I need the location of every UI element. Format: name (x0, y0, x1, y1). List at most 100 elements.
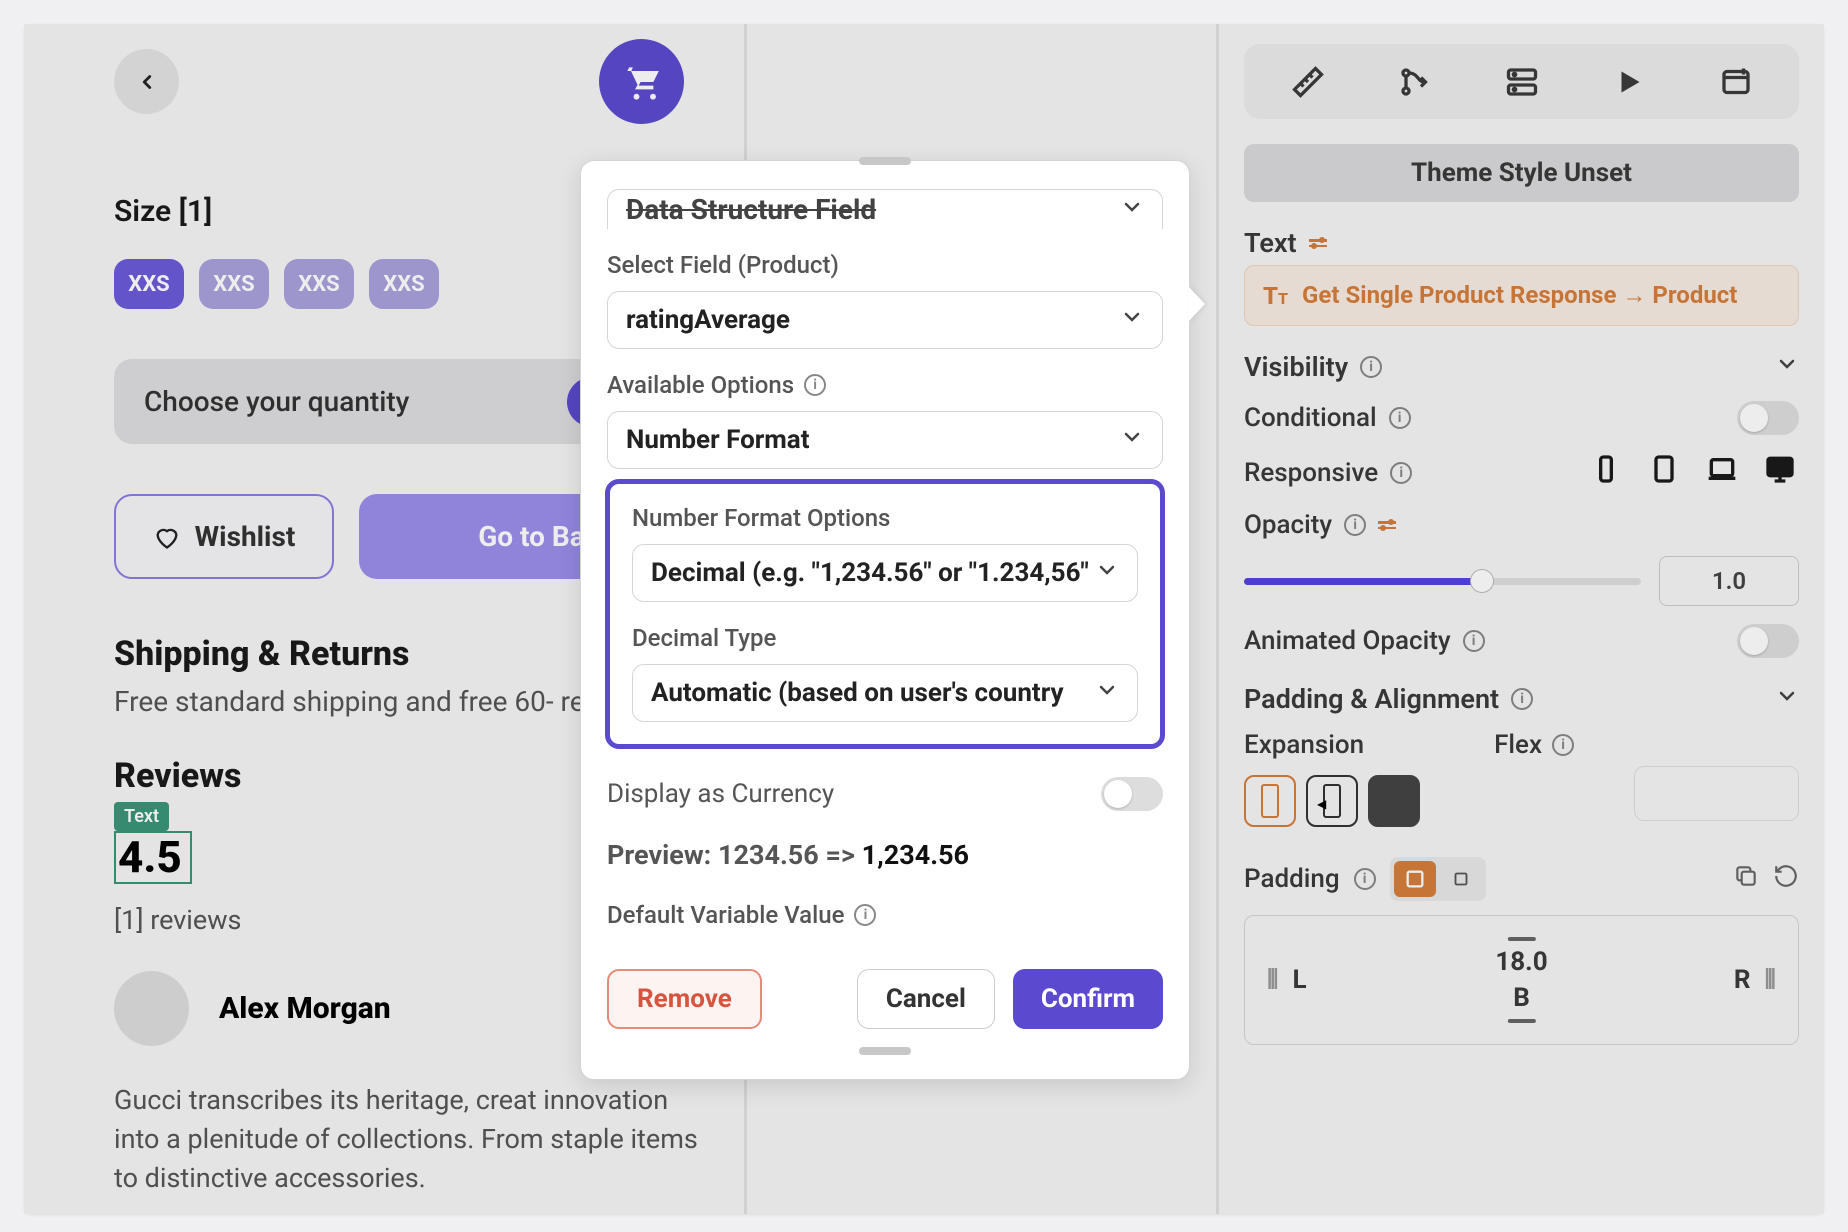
expansion-option[interactable]: ◀ (1306, 775, 1358, 827)
pad-bottom: B (1513, 983, 1530, 1013)
padding-all-icon[interactable] (1394, 861, 1436, 897)
pad-top: 18.0 (1495, 947, 1547, 977)
info-icon: i (1463, 630, 1485, 652)
select-field-label: Select Field (Product) (607, 251, 1163, 279)
conditional-toggle[interactable] (1737, 401, 1799, 435)
opacity-row: Opacity i (1244, 510, 1799, 540)
adjust-icon (1309, 239, 1327, 247)
padding-label: Padding (1244, 864, 1340, 894)
properties-panel: Theme Style Unset Text TT Get Single Pro… (1219, 24, 1824, 1214)
info-icon: i (1389, 407, 1411, 429)
expansion-option[interactable] (1368, 775, 1420, 827)
chevron-down-icon (1095, 678, 1119, 709)
info-icon: i (1360, 356, 1382, 378)
padding-box[interactable]: ⦀L 18.0 B R⦀ (1244, 915, 1799, 1045)
flex-label: Flex (1494, 730, 1542, 760)
display-currency-toggle[interactable] (1101, 777, 1163, 811)
add-panel-icon[interactable] (1706, 55, 1766, 109)
data-structure-select[interactable]: Data Structure Field (607, 189, 1163, 229)
cancel-button[interactable]: Cancel (857, 969, 995, 1029)
tool-strip (1244, 44, 1799, 119)
size-chip[interactable]: XXS (369, 259, 439, 309)
number-format-dropdown[interactable]: Decimal (e.g. "1,234.56" or "1.234,56" (632, 544, 1138, 602)
drag-handle[interactable] (859, 1047, 911, 1055)
size-chip[interactable]: XXS (199, 259, 269, 309)
number-format-value: Decimal (e.g. "1,234.56" or "1.234,56" (651, 558, 1089, 588)
reset-icon[interactable] (1773, 863, 1799, 896)
decimal-type-value: Automatic (based on user's country (651, 678, 1064, 708)
chevron-down-icon (1120, 305, 1144, 336)
opacity-slider-row: 1.0 (1244, 556, 1799, 606)
select-field-value: ratingAverage (626, 305, 790, 335)
select-field-dropdown[interactable]: ratingAverage (607, 291, 1163, 349)
info-icon: i (1511, 688, 1533, 710)
theme-style-bar[interactable]: Theme Style Unset (1244, 144, 1799, 202)
conditional-row: Conditional i (1244, 401, 1799, 435)
wishlist-button[interactable]: Wishlist (114, 494, 334, 579)
phone-icon[interactable] (1587, 453, 1625, 492)
highlighted-section: Number Format Options Decimal (e.g. "1,2… (605, 479, 1165, 749)
flex-input[interactable] (1634, 766, 1799, 821)
text-section-header[interactable]: Text (1244, 227, 1799, 259)
info-icon: i (1344, 514, 1366, 536)
popup-pointer (1188, 286, 1205, 322)
chevron-down-icon (1120, 425, 1144, 456)
opacity-value[interactable]: 1.0 (1659, 556, 1799, 606)
chevron-down-icon (1095, 558, 1119, 589)
desktop-icon[interactable] (1761, 453, 1799, 492)
padding-alignment-label: Padding & Alignment (1244, 683, 1499, 715)
reviewer-name: Alex Morgan (219, 991, 391, 1026)
data-structure-label: Data Structure Field (626, 193, 876, 226)
available-options-label: Available Optionsi (607, 371, 1163, 399)
branch-icon[interactable] (1385, 55, 1445, 109)
avatar (114, 971, 189, 1046)
decimal-type-dropdown[interactable]: Automatic (based on user's country (632, 664, 1138, 722)
text-binding-label: Get Single Product Response → Product (1302, 280, 1737, 311)
theme-style-label: Theme Style Unset (1411, 158, 1632, 188)
remove-button[interactable]: Remove (607, 969, 762, 1029)
size-chip[interactable]: XXS (114, 259, 184, 309)
visibility-label: Visibility (1244, 351, 1348, 383)
conditional-label: Conditional (1244, 403, 1377, 433)
display-currency-label: Display as Currency (607, 779, 834, 809)
preview-result: 1,234.56 (862, 839, 969, 871)
ruler-icon[interactable] (1278, 55, 1338, 109)
info-icon: i (1390, 462, 1412, 484)
pad-left: L (1292, 965, 1306, 995)
padding-alignment-header[interactable]: Padding & Alignment i (1244, 683, 1799, 715)
chevron-down-icon (1120, 193, 1144, 226)
drag-handle[interactable] (859, 157, 911, 165)
adjust-icon (1378, 521, 1396, 529)
back-button[interactable] (114, 49, 179, 114)
qty-label: Choose your quantity (144, 385, 409, 418)
pad-right: R (1734, 965, 1751, 995)
text-section-label: Text (1244, 227, 1297, 259)
text-binding-chip[interactable]: TT Get Single Product Response → Product (1244, 265, 1799, 326)
copy-icon[interactable] (1733, 863, 1759, 896)
expansion-label: Expansion (1244, 730, 1364, 760)
padding-mode-toggle[interactable] (1390, 857, 1486, 901)
visibility-header[interactable]: Visibility i (1244, 351, 1799, 383)
expansion-option[interactable] (1244, 775, 1296, 827)
confirm-button[interactable]: Confirm (1013, 969, 1163, 1029)
cart-fab[interactable] (599, 39, 684, 124)
padding-individual-icon[interactable] (1440, 861, 1482, 897)
server-icon[interactable] (1492, 55, 1552, 109)
animated-opacity-toggle[interactable] (1737, 624, 1799, 658)
wishlist-label: Wishlist (195, 520, 296, 553)
size-chip[interactable]: XXS (284, 259, 354, 309)
info-icon: i (804, 374, 826, 396)
info-icon: i (1354, 868, 1376, 890)
available-options-dropdown[interactable]: Number Format (607, 411, 1163, 469)
info-icon: i (854, 904, 876, 926)
animated-opacity-row: Animated Opacity i (1244, 624, 1799, 658)
info-icon: i (1552, 734, 1574, 756)
play-icon[interactable] (1599, 55, 1659, 109)
text-type-icon: TT (1263, 282, 1288, 310)
laptop-icon[interactable] (1703, 453, 1741, 492)
opacity-slider[interactable] (1244, 578, 1641, 585)
tablet-icon[interactable] (1645, 453, 1683, 492)
responsive-label: Responsive (1244, 458, 1378, 488)
responsive-row: Responsive i (1244, 453, 1799, 492)
opacity-label: Opacity (1244, 510, 1332, 540)
